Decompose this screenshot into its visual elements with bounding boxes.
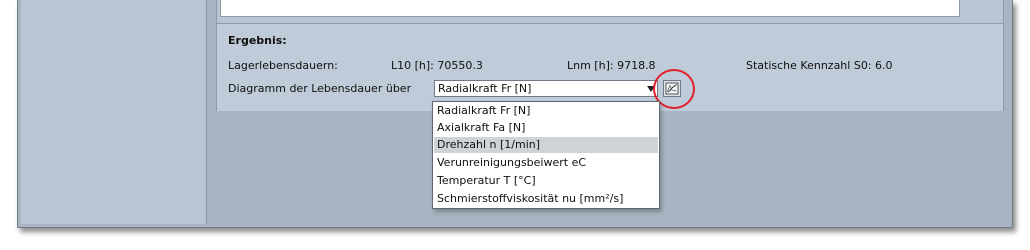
option-drehzahl[interactable]: Drehzahl n [1/min] <box>434 137 658 153</box>
diagram-label: Diagramm der Lebensdauer über <box>228 82 412 95</box>
option-verunreinigungsbeiwert[interactable]: Verunreinigungsbeiwert eC <box>434 155 658 171</box>
option-temperatur[interactable]: Temperatur T [°C] <box>434 173 658 189</box>
diagram-variable-select[interactable]: Radialkraft Fr [N] <box>434 80 658 97</box>
s0-value: Statische Kennzahl S0: 6.0 <box>746 59 893 72</box>
lnm-value: Lnm [h]: 9718.8 <box>567 59 656 72</box>
option-schmierstoffviskositaet[interactable]: Schmierstoffviskosität nu [mm²/s] <box>434 191 658 207</box>
dropdown-list: Radialkraft Fr [N] Axialkraft Fa [N] Dre… <box>432 101 660 209</box>
option-radialkraft[interactable]: Radialkraft Fr [N] <box>434 103 658 119</box>
result-heading: Ergebnis: <box>228 34 287 47</box>
l10-value: L10 [h]: 70550.3 <box>391 59 483 72</box>
input-area[interactable] <box>220 0 960 17</box>
sidebar-panel <box>21 0 207 224</box>
option-axialkraft[interactable]: Axialkraft Fa [N] <box>434 120 658 136</box>
select-value: Radialkraft Fr [N] <box>438 82 532 95</box>
result-section: Ergebnis: Lagerlebensdauern: L10 [h]: 70… <box>217 23 1003 111</box>
lifetimes-label: Lagerlebensdauern: <box>228 59 338 72</box>
